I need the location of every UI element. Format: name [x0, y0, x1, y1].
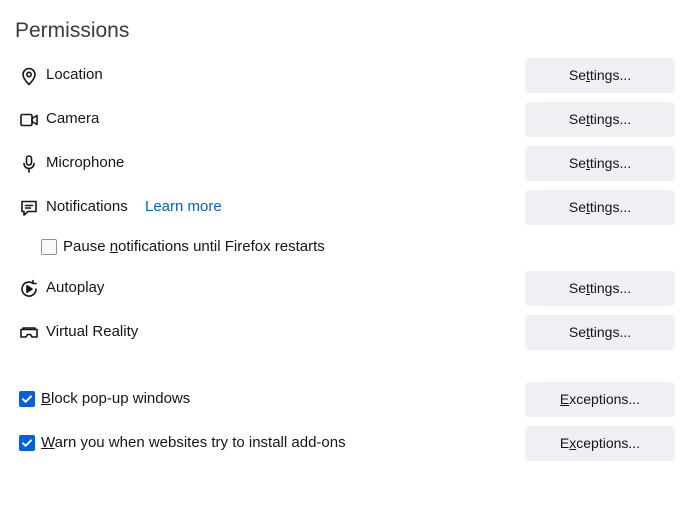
permission-row-virtual-reality: Virtual Reality Settings... — [0, 314, 698, 350]
vr-settings-button[interactable]: Settings... — [525, 315, 675, 350]
button-label: Settings... — [568, 67, 632, 83]
permission-row-autoplay: Autoplay Settings... — [0, 270, 698, 306]
permissions-page: Permissions Location Settings... Camera … — [0, 0, 698, 510]
location-pin-icon — [18, 65, 40, 87]
block-popups-checkbox[interactable] — [19, 391, 35, 407]
autoplay-settings-button[interactable]: Settings... — [525, 271, 675, 306]
permission-label: Notifications — [46, 198, 128, 215]
button-label: Exceptions... — [559, 391, 641, 407]
button-label: Exceptions... — [559, 435, 641, 451]
permission-row-microphone: Microphone Settings... — [0, 145, 698, 181]
permission-label: Camera — [46, 110, 100, 127]
permission-label: Microphone — [46, 154, 125, 171]
microphone-settings-button[interactable]: Settings... — [525, 146, 675, 181]
button-label: Settings... — [568, 111, 632, 127]
permission-row-location: Location Settings... — [0, 57, 698, 93]
notification-icon — [18, 197, 40, 219]
button-label: Settings... — [568, 280, 632, 296]
pause-notifications-label[interactable]: Pause notifications until Firefox restar… — [63, 238, 325, 256]
notifications-settings-button[interactable]: Settings... — [525, 190, 675, 225]
permission-label: Location — [46, 66, 103, 83]
microphone-icon — [18, 153, 40, 175]
button-label: Settings... — [568, 324, 632, 340]
popup-exceptions-button[interactable]: Exceptions... — [525, 382, 675, 417]
camera-icon — [18, 109, 40, 131]
learn-more-link[interactable]: Learn more — [145, 198, 222, 216]
checkmark-icon — [22, 395, 32, 403]
warn-addons-checkbox[interactable] — [19, 435, 35, 451]
block-popups-label[interactable]: Block pop-up windows — [41, 390, 190, 408]
warn-addons-label[interactable]: Warn you when websites try to install ad… — [41, 434, 346, 452]
permission-label: Virtual Reality — [46, 323, 139, 340]
permission-row-notifications: Notifications Learn more Settings... — [0, 189, 698, 225]
button-label: Settings... — [568, 155, 632, 171]
autoplay-icon — [18, 278, 40, 300]
checkmark-icon — [22, 439, 32, 447]
permission-label: Autoplay — [46, 279, 105, 296]
vr-headset-icon — [18, 322, 40, 344]
block-popups-row: Block pop-up windows Exceptions... — [0, 381, 698, 417]
location-settings-button[interactable]: Settings... — [525, 58, 675, 93]
warn-addons-row: Warn you when websites try to install ad… — [0, 425, 698, 461]
section-title: Permissions — [15, 19, 130, 42]
permission-row-camera: Camera Settings... — [0, 101, 698, 137]
addon-exceptions-button[interactable]: Exceptions... — [525, 426, 675, 461]
pause-notifications-checkbox[interactable] — [41, 239, 57, 255]
camera-settings-button[interactable]: Settings... — [525, 102, 675, 137]
button-label: Settings... — [568, 199, 632, 215]
